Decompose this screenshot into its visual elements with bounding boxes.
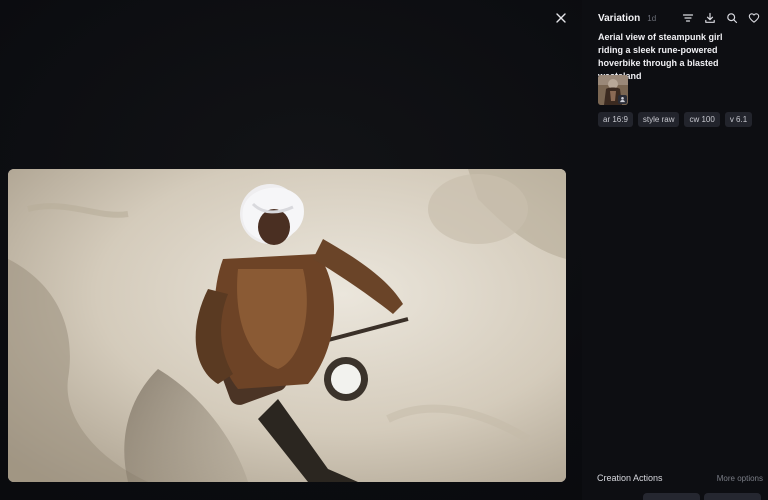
search-button[interactable] <box>726 12 738 24</box>
header-actions <box>682 12 760 24</box>
heart-icon <box>748 13 760 23</box>
generated-image-art <box>8 169 566 482</box>
panel-header: Variation 1d <box>598 10 760 26</box>
creation-actions-title: Creation Actions <box>597 473 663 483</box>
app-root: Variation 1d Aerial view of steampunk gi… <box>0 0 768 500</box>
param-chip-character-weight[interactable]: cw 100 <box>684 112 720 127</box>
parameter-chips: ar 16:9 style raw cw 100 v 6.1 <box>598 112 753 127</box>
creation-actions-header: Creation Actions More options <box>597 473 763 483</box>
reference-badge <box>618 95 627 104</box>
close-icon <box>556 13 566 23</box>
download-icon <box>705 12 715 23</box>
generated-image[interactable] <box>8 169 566 482</box>
more-options-link[interactable]: More options <box>717 474 763 483</box>
creation-action-button[interactable] <box>704 493 761 500</box>
search-icon <box>727 13 738 24</box>
reference-image-thumbnail[interactable] <box>598 75 628 105</box>
image-viewer <box>0 0 582 500</box>
creation-action-buttons <box>643 493 761 500</box>
param-chip-aspect-ratio[interactable]: ar 16:9 <box>598 112 633 127</box>
panel-title: Variation <box>598 12 641 24</box>
close-button[interactable] <box>553 10 569 26</box>
details-panel: Variation 1d Aerial view of steampunk gi… <box>582 0 768 500</box>
param-chip-version[interactable]: v 6.1 <box>724 112 753 127</box>
param-chip-style[interactable]: style raw <box>637 112 680 127</box>
filter-lines-icon <box>682 14 694 22</box>
download-button[interactable] <box>704 12 716 24</box>
person-icon <box>620 97 625 103</box>
like-button[interactable] <box>748 12 760 24</box>
creation-action-button[interactable] <box>643 493 700 500</box>
job-age: 1d <box>647 13 657 23</box>
filter-button[interactable] <box>682 12 694 24</box>
